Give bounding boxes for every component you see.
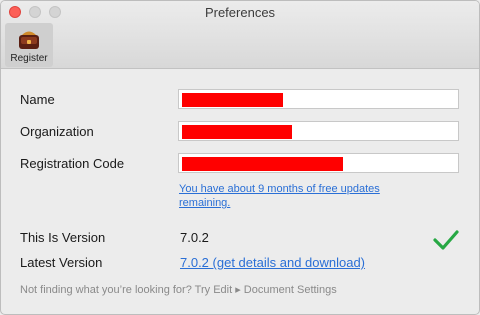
toolbar-item-label: Register [10,53,48,64]
registration-code-label: Registration Code [20,156,125,171]
registration-code-field[interactable] [178,153,459,173]
organization-label: Organization [20,124,94,139]
redaction-block [182,93,283,107]
redaction-block [182,157,343,171]
organization-field[interactable] [178,121,459,141]
this-version-label: This Is Version [20,230,106,245]
register-icon [19,31,39,49]
preferences-window: Preferences Register Name Organization R… [0,0,480,315]
checkmark-icon [433,230,459,250]
latest-version-label: Latest Version [20,255,103,270]
redaction-block [182,125,292,139]
window-title: Preferences [204,5,276,20]
name-field[interactable] [178,89,459,109]
name-label: Name [20,92,55,107]
this-version-value: 7.0.2 [180,230,209,245]
titlebar: Preferences Register [1,1,479,69]
free-updates-link[interactable]: You have about 9 months of free updates … [179,182,419,210]
latest-version-link[interactable]: 7.0.2 (get details and download) [180,255,365,270]
toolbar-item-register[interactable]: Register [5,23,53,67]
footer-hint: Not finding what you’re looking for? Try… [20,284,337,296]
